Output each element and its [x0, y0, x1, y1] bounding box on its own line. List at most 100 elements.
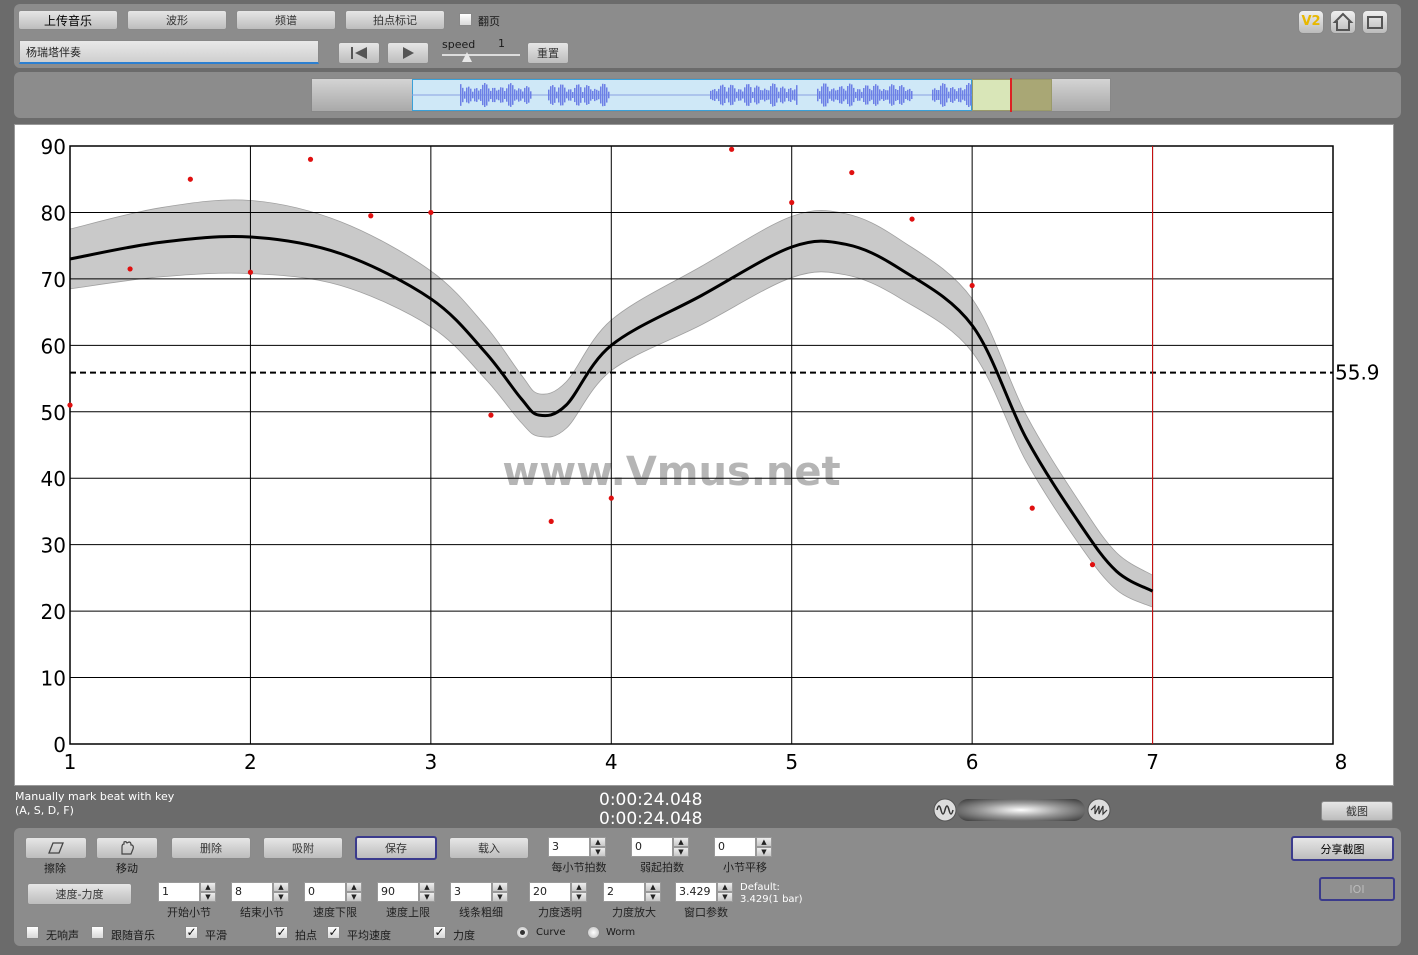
- default-label: Default:: [740, 882, 780, 893]
- option-label-3: 拍点: [295, 929, 317, 942]
- spinner-down-icon[interactable]: ▼: [756, 847, 772, 857]
- share-screenshot-button[interactable]: 分享截图: [1291, 836, 1394, 861]
- beat-point[interactable]: [548, 518, 554, 525]
- spinner-down-icon[interactable]: ▼: [200, 892, 216, 902]
- spinner-down-icon[interactable]: ▼: [346, 892, 362, 902]
- spinner-up-icon[interactable]: ▲: [200, 882, 216, 892]
- spinner-value[interactable]: 3: [450, 882, 492, 902]
- beat-point[interactable]: [1029, 505, 1035, 511]
- spinner-value[interactable]: 90: [377, 882, 419, 902]
- spinner-value[interactable]: 3: [548, 837, 590, 857]
- tempo-chart[interactable]: www.Vmus.net01020304050607080901 2 3 4 5 6 7 85…: [0, 0, 1418, 800]
- time-readout-1: 0:00:24.048: [599, 790, 703, 810]
- spinner-2[interactable]: 0 ▲ ▼ 小节平移: [714, 837, 772, 874]
- y-tick-label: 30: [41, 534, 66, 558]
- beat-point[interactable]: [187, 176, 193, 182]
- spinner-value[interactable]: 0: [304, 882, 346, 902]
- option-checkbox-5[interactable]: ✓: [433, 926, 446, 939]
- zoom-control[interactable]: [933, 797, 1111, 823]
- beat-point[interactable]: [969, 282, 975, 289]
- spinner-9[interactable]: 2 ▲ ▼ 力度放大: [603, 882, 661, 919]
- spinner-label: 弱起拍数: [640, 861, 684, 874]
- option-checkbox-4[interactable]: ✓: [327, 926, 340, 939]
- spinner-7[interactable]: 3 ▲ ▼ 线条粗细: [450, 882, 508, 919]
- spinner-4[interactable]: 8 ▲ ▼ 结束小节: [231, 882, 289, 919]
- beat-point[interactable]: [307, 156, 314, 162]
- spinner-8[interactable]: 20 ▲ ▼ 力度透明: [529, 882, 587, 919]
- spinner-down-icon[interactable]: ▼: [645, 892, 661, 902]
- spinner-down-icon[interactable]: ▼: [419, 892, 435, 902]
- beat-point[interactable]: [247, 269, 254, 275]
- spinner-5[interactable]: 0 ▲ ▼ 速度下限: [304, 882, 362, 919]
- spinner-1[interactable]: 0 ▲ ▼ 弱起拍数: [631, 837, 689, 874]
- beat-point[interactable]: [127, 266, 133, 272]
- spinner-value[interactable]: 1: [158, 882, 200, 902]
- spinner-value[interactable]: 0: [714, 837, 756, 857]
- spinner-value[interactable]: 0: [631, 837, 673, 857]
- y-tick-label: 20: [41, 600, 66, 624]
- spinner-label: 速度上限: [386, 906, 430, 919]
- spinner-value[interactable]: 3.429: [675, 882, 717, 902]
- spinner-6[interactable]: 90 ▲ ▼ 速度上限: [377, 882, 435, 919]
- waveform-zoom-in-icon[interactable]: [933, 797, 957, 823]
- spinner-up-icon[interactable]: ▲: [645, 882, 661, 892]
- tempo-dynamics-button[interactable]: 速度-力度: [27, 883, 132, 905]
- screenshot-button[interactable]: 截图: [1321, 801, 1393, 821]
- spinner-down-icon[interactable]: ▼: [492, 892, 508, 902]
- beat-point[interactable]: [67, 402, 73, 408]
- y-tick-label: 50: [41, 401, 66, 425]
- curve-label: Curve: [536, 927, 566, 938]
- ioi-button[interactable]: IOI: [1319, 877, 1395, 901]
- spinner-up-icon[interactable]: ▲: [756, 837, 772, 847]
- erase-button[interactable]: [25, 837, 87, 859]
- spinner-label: 速度下限: [313, 906, 357, 919]
- option-checkbox-1[interactable]: [91, 926, 104, 939]
- spinner-up-icon[interactable]: ▲: [492, 882, 508, 892]
- spinner-value[interactable]: 2: [603, 882, 645, 902]
- spinner-up-icon[interactable]: ▲: [673, 837, 689, 847]
- move-button[interactable]: [96, 837, 158, 859]
- beat-point[interactable]: [849, 169, 855, 176]
- load-button[interactable]: 载入: [449, 837, 529, 859]
- spinner-up-icon[interactable]: ▲: [346, 882, 362, 892]
- beat-point[interactable]: [428, 209, 434, 216]
- option-checkbox-3[interactable]: ✓: [275, 926, 288, 939]
- waveform-zoom-out-icon[interactable]: [1087, 797, 1111, 823]
- curve-radio[interactable]: [516, 926, 529, 939]
- spinner-up-icon[interactable]: ▲: [717, 882, 733, 892]
- y-tick-label: 10: [41, 667, 66, 691]
- save-button[interactable]: 保存: [355, 836, 437, 860]
- beat-point[interactable]: [368, 213, 374, 219]
- spinner-down-icon[interactable]: ▼: [673, 847, 689, 857]
- spinner-value[interactable]: 20: [529, 882, 571, 902]
- spinner-10[interactable]: 3.429 ▲ ▼ 窗口参数: [675, 882, 733, 919]
- beat-point[interactable]: [729, 146, 735, 152]
- beat-point[interactable]: [608, 495, 614, 501]
- spinner-value[interactable]: 8: [231, 882, 273, 902]
- option-label-2: 平滑: [205, 929, 227, 942]
- move-label: 移动: [116, 862, 138, 875]
- spinner-up-icon[interactable]: ▲: [590, 837, 606, 847]
- spinner-0[interactable]: 3 ▲ ▼ 每小节拍数: [548, 837, 607, 874]
- spinner-down-icon[interactable]: ▼: [717, 892, 733, 902]
- spinner-down-icon[interactable]: ▼: [273, 892, 289, 902]
- spinner-label: 窗口参数: [684, 906, 728, 919]
- option-checkbox-2[interactable]: ✓: [185, 926, 198, 939]
- option-checkbox-0[interactable]: [26, 926, 39, 939]
- erase-label: 擦除: [44, 862, 66, 875]
- spinner-up-icon[interactable]: ▲: [419, 882, 435, 892]
- beat-point[interactable]: [909, 216, 915, 222]
- spinner-down-icon[interactable]: ▼: [590, 847, 606, 857]
- beat-point[interactable]: [1089, 562, 1096, 568]
- spinner-up-icon[interactable]: ▲: [273, 882, 289, 892]
- beat-point[interactable]: [488, 412, 494, 418]
- beat-point[interactable]: [789, 199, 795, 206]
- delete-button[interactable]: 删除: [171, 837, 251, 859]
- worm-radio[interactable]: [587, 926, 600, 939]
- default-value: 3.429(1 bar): [740, 894, 803, 905]
- spinner-down-icon[interactable]: ▼: [571, 892, 587, 902]
- spinner-3[interactable]: 1 ▲ ▼ 开始小节: [158, 882, 216, 919]
- snap-button[interactable]: 吸附: [263, 837, 343, 859]
- spinner-up-icon[interactable]: ▲: [571, 882, 587, 892]
- zoom-slider[interactable]: [957, 799, 1085, 821]
